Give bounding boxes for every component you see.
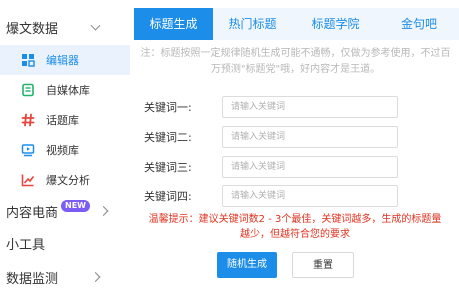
hash-icon xyxy=(20,112,36,128)
sidebar-item-topic-library[interactable]: 话题库 xyxy=(0,105,130,135)
keyword-label: 关键词三: xyxy=(144,161,192,174)
chevron-right-icon xyxy=(90,272,101,282)
sidebar-item-label: 自媒体库 xyxy=(46,84,90,97)
sidebar-group-data-monitor[interactable]: 数据监测 xyxy=(0,262,130,292)
sidebar-item-label: 视频库 xyxy=(46,144,79,157)
sidebar-group-content-ecommerce[interactable]: 内容电商 NEW xyxy=(0,196,130,226)
keyword-label: 关键词四: xyxy=(144,190,192,203)
sidebar-item-viral-analysis[interactable]: 爆文分析 xyxy=(0,165,130,195)
keyword-input-2[interactable] xyxy=(222,126,398,148)
notice-text: 注：标题按照一定规律随机生成可能不通畅，仅做为参考使用，不过百万预测"标题党"哦… xyxy=(140,48,451,75)
sidebar-item-label: 编辑器 xyxy=(46,54,79,67)
keyword-label: 关键词一: xyxy=(144,101,192,114)
grid-icon xyxy=(20,52,36,68)
chevron-right-icon xyxy=(98,206,109,216)
sidebar-group-label: 数据监测 xyxy=(6,271,59,287)
keyword-label: 关键词二: xyxy=(144,131,192,144)
chevron-down-icon xyxy=(90,20,101,31)
keyword-input-1[interactable] xyxy=(222,96,398,118)
sidebar-item-editor[interactable]: 编辑器 xyxy=(0,45,130,75)
title-generator-panel: 标题生成 热门标题 标题学院 金句吧 注：标题按照一定规律随机生成可能不通畅，仅… xyxy=(130,0,459,302)
keyword-row-2: 关键词二: xyxy=(144,126,404,148)
sidebar: 爆文数据 编辑器 自媒体库 话题库 视频库 爆文分析 内容电商 NEW 小工具 … xyxy=(0,0,130,302)
tab-bar: 标题生成 热门标题 标题学院 金句吧 xyxy=(134,8,459,40)
sidebar-item-label: 爆文分析 xyxy=(46,174,90,187)
tab-golden-sentences[interactable]: 金句吧 xyxy=(379,8,459,40)
video-icon xyxy=(20,142,36,158)
keyword-input-4[interactable] xyxy=(222,185,398,207)
chart-icon xyxy=(20,172,36,188)
keyword-row-4: 关键词四: xyxy=(144,185,404,207)
sidebar-group-tools[interactable]: 小工具 xyxy=(0,228,130,258)
tab-title-academy[interactable]: 标题学院 xyxy=(292,8,379,40)
new-badge: NEW xyxy=(61,200,90,212)
sidebar-group-label: 爆文数据 xyxy=(6,21,59,37)
tab-title-generate[interactable]: 标题生成 xyxy=(134,8,213,40)
sidebar-item-label: 话题库 xyxy=(46,114,79,127)
sidebar-group-viral-data[interactable]: 爆文数据 xyxy=(0,12,130,42)
sidebar-item-video-library[interactable]: 视频库 xyxy=(0,135,130,165)
keyword-row-3: 关键词三: xyxy=(144,156,404,178)
sidebar-group-label: 小工具 xyxy=(6,237,46,253)
sidebar-group-label: 内容电商 xyxy=(6,205,59,221)
random-generate-button[interactable]: 随机生成 xyxy=(217,252,277,278)
tab-hot-titles[interactable]: 热门标题 xyxy=(213,8,292,40)
warning-tip: 温馨提示：建议关键词数2 - 3个最佳，关键词越多，生成的标题量越少，但越符合您… xyxy=(148,214,442,240)
keyword-input-3[interactable] xyxy=(222,156,398,178)
sidebar-item-media-library[interactable]: 自媒体库 xyxy=(0,75,130,105)
reset-button[interactable]: 重置 xyxy=(292,252,354,278)
book-icon xyxy=(20,82,36,98)
keyword-row-1: 关键词一: xyxy=(144,96,404,118)
